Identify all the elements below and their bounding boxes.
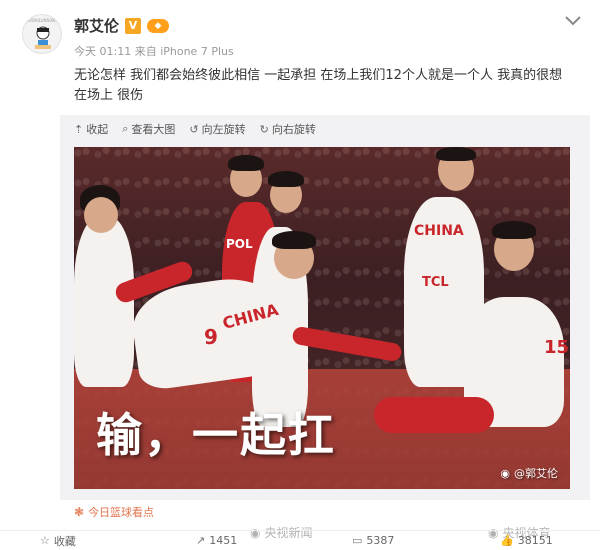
author-name[interactable]: 郭艾伦 [74,15,119,36]
verified-badge-icon: V [125,17,142,34]
favorite-label: 收藏 [53,534,76,548]
weibo-post: GUOAILUNSONG 郭艾伦 V ◆ 今天 01:11 来自 iPhone … [0,0,600,550]
topic-flower-icon: ❃ [74,505,85,519]
player-hair [272,231,316,249]
avatar-cartoon-icon [35,26,51,49]
arrow-up-icon: ⇡ [74,122,84,136]
author-row: 郭艾伦 V ◆ [74,15,170,36]
collapse-label: 收起 [86,123,109,136]
rotate-right-label: 向右旋转 [271,123,316,136]
favorite-button[interactable]: ☆ 收藏 [40,533,76,549]
action-bar: ☆ 收藏 ↗ 1451 ▭ 5387 👍 38151 [0,530,600,550]
photo-watermark-text: @郭艾伦 [514,467,558,480]
share-count: 1451 [209,534,238,547]
chevron-down-icon[interactable] [564,14,582,28]
view-large-button[interactable]: ⌕ 查看大图 [122,121,175,137]
avatar[interactable]: GUOAILUNSONG [22,14,62,54]
jersey-number-15: 15 [544,337,570,358]
player-hair [436,147,476,161]
comment-icon: ▭ [352,534,363,547]
jersey-pol-text: POL [226,237,253,251]
share-icon: ↗ [196,534,206,547]
player-leg [374,397,494,433]
comment-count: 5387 [366,534,395,547]
magnifier-icon: ⌕ [122,122,129,135]
rotate-right-button[interactable]: ↻ 向右旋转 [260,121,316,137]
player-hair [228,155,264,171]
rotate-left-icon: ↺ [189,122,199,136]
view-large-label: 查看大图 [131,123,176,136]
star-icon: ☆ [40,534,50,547]
photo-watermark: ◉ @郭艾伦 [500,465,558,481]
jersey-tcl-text: TCL [422,275,449,290]
media-box: ⇡ 收起 ⌕ 查看大图 ↺ 向左旋转 ↻ 向右旋转 POL CHINA 9 CH… [60,115,590,500]
rotate-right-icon: ↻ [259,122,269,136]
player-head [84,197,118,233]
post-time[interactable]: 今天 01:11 [74,45,131,58]
share-button[interactable]: ↗ 1451 [196,534,237,547]
jersey-number-9: 9 [204,325,218,349]
topic-link[interactable]: ❃ 今日篮球看点 [74,504,154,520]
post-photo[interactable]: POL CHINA 9 CHINA TCL 15 输，一起扛 ◉ @郭艾伦 [74,147,570,489]
post-source: 来自 iPhone 7 Plus [134,45,234,58]
player-hair [268,171,304,187]
weibo-logo-icon: ◉ [500,466,510,480]
level-badge-icon: ◆ [147,18,170,33]
post-meta: 今天 01:11 来自 iPhone 7 Plus [74,43,234,59]
comment-button[interactable]: ▭ 5387 [352,534,394,547]
media-toolbar: ⇡ 收起 ⌕ 查看大图 ↺ 向左旋转 ↻ 向右旋转 [74,121,316,137]
like-count: 38151 [517,534,553,547]
player-hair [492,221,536,239]
photo-caption: 输，一起扛 [96,408,336,462]
thumbs-up-icon: 👍 [500,534,514,547]
rotate-left-button[interactable]: ↺ 向左旋转 [189,121,245,137]
post-text: 无论怎样 我们都会始终彼此相信 一起承担 在场上我们12个人就是一个人 我真的很… [74,68,563,103]
collapse-button[interactable]: ⇡ 收起 [74,121,108,137]
topic-label: 今日篮球看点 [88,506,155,519]
jersey-china-text: CHINA [414,223,464,239]
rotate-left-label: 向左旋转 [201,123,246,136]
like-button[interactable]: 👍 38151 [500,534,553,547]
